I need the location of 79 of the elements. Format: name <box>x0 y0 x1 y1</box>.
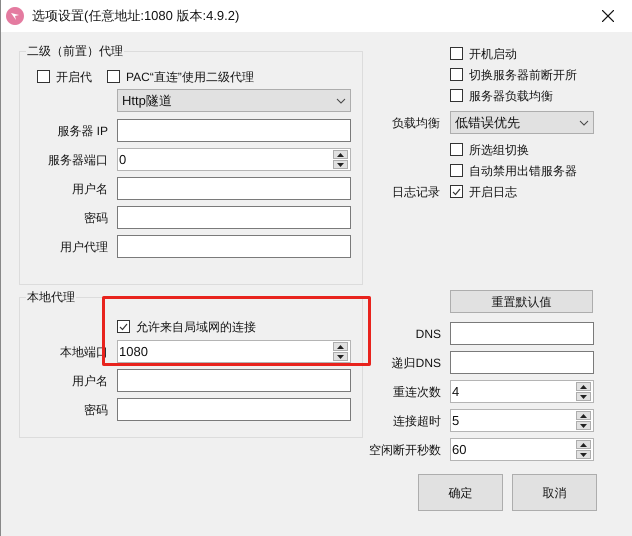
field-label: 用户名 <box>71 180 109 198</box>
field-label: 服务器端口 <box>47 152 109 168</box>
field-label: 负载均衡 <box>391 114 441 132</box>
spin-up-button[interactable] <box>576 382 591 391</box>
field-label: DNS <box>414 326 442 342</box>
spin-up-button[interactable] <box>333 150 348 159</box>
up-arrow-icon <box>580 414 587 418</box>
checkbox-label: 所选组切换 <box>469 142 529 158</box>
input-field[interactable] <box>117 235 351 258</box>
spin-down-button[interactable] <box>576 421 591 430</box>
checkbox-label: PAC“直连”使用二级代理 <box>126 68 254 86</box>
input-field[interactable] <box>117 119 351 142</box>
field-label: 密码 <box>83 402 109 418</box>
checkbox-label: 开启日志 <box>469 184 517 200</box>
number-field[interactable]: 1080 <box>117 340 351 363</box>
up-arrow-icon <box>580 442 587 446</box>
field-label: 服务器 IP <box>56 122 109 140</box>
field-label: 密码 <box>83 210 109 226</box>
number-field[interactable]: 4 <box>450 380 594 403</box>
checkbox-label: 允许来自局域网的连接 <box>136 318 256 336</box>
up-arrow-icon <box>337 344 344 348</box>
checkbox[interactable] <box>450 89 463 102</box>
up-arrow-icon <box>580 384 587 388</box>
cancel-button[interactable]: 取消 <box>512 474 597 511</box>
reset-button[interactable]: 重置默认值 <box>450 290 593 313</box>
checkbox-label: 切换服务器前断开所 <box>469 66 577 84</box>
input-field[interactable] <box>117 206 351 229</box>
down-arrow-icon <box>580 394 587 398</box>
close-icon[interactable] <box>602 10 614 22</box>
checkbox-label: 自动禁用出错服务器 <box>469 162 577 180</box>
checkbox[interactable] <box>450 47 463 60</box>
checkbox-label: 开机启动 <box>469 46 517 62</box>
window-title: 选项设置(任意地址:1080 版本:4.9.2) <box>32 7 240 26</box>
chevron-down-icon <box>579 120 589 126</box>
spin-down-button[interactable] <box>576 392 591 401</box>
field-label: 日志记录 <box>391 184 441 200</box>
spin-up-button[interactable] <box>576 440 591 449</box>
check-icon <box>119 322 128 330</box>
number-field[interactable]: 0 <box>117 148 351 171</box>
input-field[interactable] <box>450 322 594 345</box>
field-label: 递归DNS <box>390 354 442 372</box>
field-label: 重连次数 <box>392 384 442 400</box>
ok-button[interactable]: 确定 <box>418 474 503 511</box>
down-arrow-icon <box>337 162 344 166</box>
checkbox[interactable] <box>450 68 463 81</box>
check-icon <box>452 188 461 196</box>
checkbox-label: 服务器负载均衡 <box>469 88 553 104</box>
field-label: 空闲断开秒数 <box>368 442 442 458</box>
checkbox[interactable] <box>450 185 463 198</box>
checkbox[interactable] <box>450 164 463 177</box>
spin-down-button[interactable] <box>576 450 591 459</box>
app-logo-icon <box>6 7 24 25</box>
spin-up-button[interactable] <box>333 342 348 351</box>
chevron-down-icon <box>336 98 346 104</box>
field-label: 用户名 <box>71 372 109 390</box>
input-field[interactable] <box>117 177 351 200</box>
number-field[interactable]: 5 <box>450 409 594 432</box>
down-arrow-icon <box>580 452 587 456</box>
spin-up-button[interactable] <box>576 411 591 420</box>
checkbox[interactable] <box>117 320 130 333</box>
spin-down-button[interactable] <box>333 352 348 361</box>
spin-down-button[interactable] <box>333 160 348 169</box>
down-arrow-icon <box>580 424 587 428</box>
checkbox[interactable] <box>37 70 50 83</box>
input-field[interactable] <box>117 398 351 421</box>
group-title: 二级（前置）代理 <box>26 43 124 60</box>
up-arrow-icon <box>337 152 344 156</box>
field-label: 连接超时 <box>392 412 442 430</box>
group-title: 本地代理 <box>26 289 76 306</box>
down-arrow-icon <box>337 354 344 358</box>
checkbox[interactable] <box>107 70 120 83</box>
checkbox[interactable] <box>450 143 463 156</box>
input-field[interactable] <box>117 369 351 392</box>
dropdown[interactable]: Http隧道 <box>117 89 351 112</box>
input-field[interactable] <box>450 351 594 374</box>
checkbox-label: 开启代 <box>56 68 92 86</box>
field-label: 用户代理 <box>59 238 109 256</box>
number-field[interactable]: 60 <box>450 438 594 461</box>
dropdown[interactable]: 低错误优先 <box>450 111 594 134</box>
